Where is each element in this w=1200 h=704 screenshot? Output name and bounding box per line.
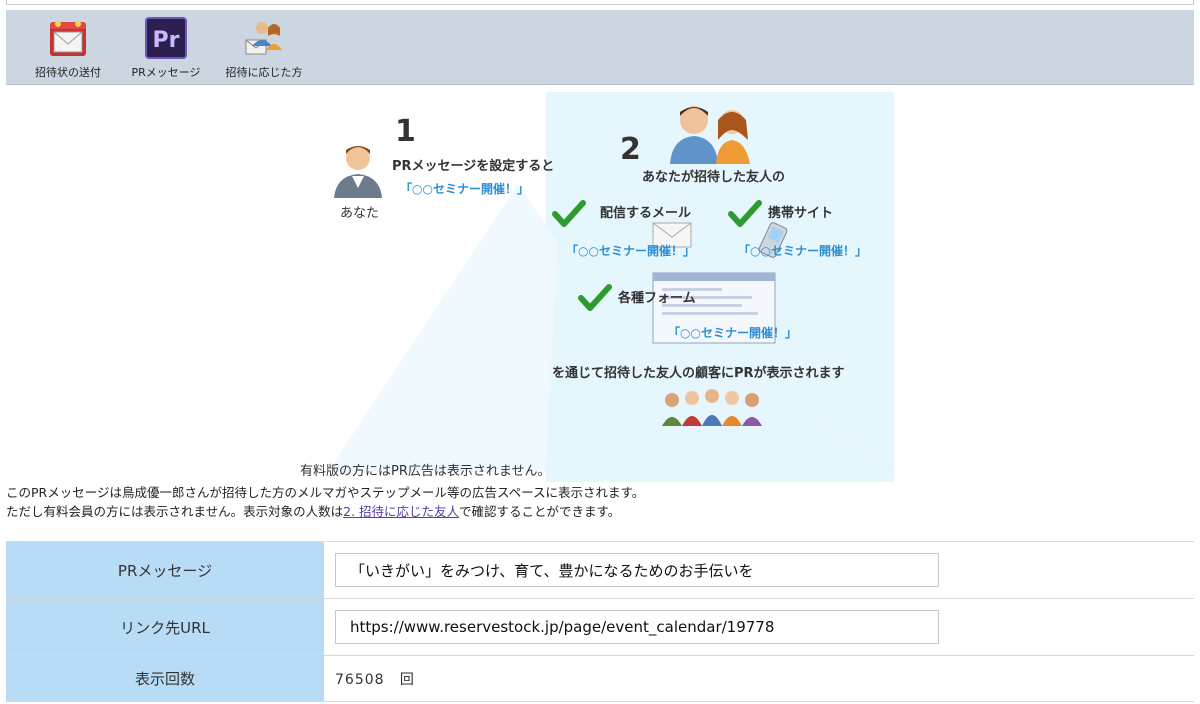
description-line2-before: ただし有料会員の方には表示されません。表示対象の人数は [6, 504, 344, 519]
pr-icon-text: Pr [153, 28, 180, 53]
description-line2: ただし有料会員の方には表示されません。表示対象の人数は2. 招待に応じた友人で確… [6, 502, 644, 521]
display-count-label: 表示回数 [6, 655, 325, 702]
toolbar-label-pr-message: PRメッセージ [131, 66, 201, 79]
check-form-icon [578, 284, 612, 311]
description-line1: このPRメッセージは鳥成優一郎さんが招待した方のメルマガやステップメール等の広告… [6, 485, 645, 500]
pr-app-icon: Pr [145, 17, 187, 59]
mail-label: 配信するメール [600, 206, 692, 221]
display-count-row: 表示回数 76508 回 [6, 655, 1194, 702]
you-person-icon [334, 146, 382, 198]
people-envelope-icon [245, 22, 282, 55]
friends-pair-icon [670, 106, 750, 164]
step2-result: を通じて招待した友人の顧客にPRが表示されます [552, 366, 845, 381]
pr-description: このPRメッセージは鳥成優一郎さんが招待した方のメルマガやステップメール等の広告… [6, 483, 644, 521]
pr-illustration: あなた 1 PRメッセージを設定すると 「○○セミナー開催！」 2 あなたが招待… [300, 92, 894, 482]
step1-sample: 「○○セミナー開催！」 [400, 182, 529, 196]
step1-number: 1 [395, 114, 416, 149]
toolbar-label-send-invitation: 招待状の送付 [35, 66, 101, 79]
toolbar: 招待状の送付 Pr PRメッセージ 招待に応じた方 [6, 10, 1194, 85]
description-line2-after: で確認することができます。 [459, 504, 621, 519]
display-count-value: 76508 [335, 671, 385, 688]
display-count-unit: 回 [399, 671, 415, 688]
toolbar-pr-message[interactable]: Pr PRメッセージ [121, 16, 211, 80]
step1-text: PRメッセージを設定すると [392, 159, 555, 174]
link-url-row: リンク先URL [6, 598, 1194, 656]
paid-version-note: 有料版の方にはPR広告は表示されません。 [300, 464, 551, 479]
toolbar-accepted-friends[interactable]: 招待に応じた方 [219, 16, 309, 80]
check-mail-icon [552, 200, 586, 227]
form-sample: 「○○セミナー開催！」 [668, 326, 797, 340]
link-url-input[interactable] [335, 610, 939, 644]
mail-sample: 「○○セミナー開催！」 [566, 244, 695, 258]
you-label: あなた [340, 206, 380, 221]
pr-message-label: PRメッセージ [6, 541, 325, 599]
pr-message-input[interactable] [335, 553, 939, 587]
link-url-label: リンク先URL [6, 598, 325, 656]
pr-settings-form: PRメッセージ リンク先URL 表示回数 76508 回 [6, 541, 1194, 702]
step2-heading: あなたが招待した友人の [642, 170, 786, 185]
mobile-sample: 「○○セミナー開催！」 [738, 244, 867, 258]
step2-number: 2 [620, 132, 641, 167]
invitation-envelope-icon [50, 21, 86, 56]
accepted-friends-link[interactable]: 2. 招待に応じた友人 [343, 504, 459, 519]
toolbar-send-invitation[interactable]: 招待状の送付 [23, 16, 113, 80]
toolbar-label-accepted-friends: 招待に応じた方 [225, 66, 303, 79]
top-frame-edge [6, 0, 1194, 5]
form-label: 各種フォーム [618, 291, 696, 306]
customers-group-icon [662, 389, 762, 426]
mobile-label: 携帯サイト [768, 206, 834, 221]
pr-message-row: PRメッセージ [6, 541, 1194, 599]
